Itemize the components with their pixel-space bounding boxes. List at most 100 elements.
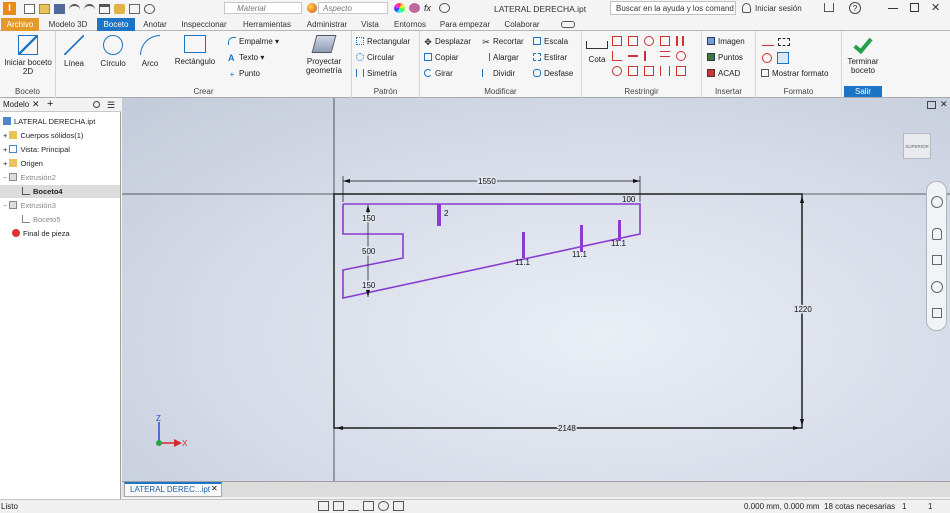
browser-add-icon[interactable]: +	[47, 98, 53, 110]
tab-anotar[interactable]: Anotar	[139, 18, 171, 31]
new-icon[interactable]	[24, 4, 35, 14]
user-icon[interactable]	[742, 3, 751, 13]
tree-item-end-of-part[interactable]: Final de pieza	[12, 227, 70, 240]
copy-button[interactable]: Copiar	[424, 53, 459, 63]
dim-text-1220[interactable]: 1220	[793, 304, 814, 316]
browser-menu-icon[interactable]: ☰	[107, 100, 115, 111]
document-tab[interactable]: LATERAL DEREC...ipt ✕	[124, 482, 222, 497]
arc-button[interactable]: Arco	[136, 35, 164, 68]
dim-text-2148[interactable]: 2148	[557, 423, 578, 435]
tab-administrar[interactable]: Administrar	[301, 18, 353, 31]
close-circle-icon[interactable]	[144, 4, 155, 14]
scale-button[interactable]: Escala	[533, 37, 568, 47]
tree-item-solid-bodies[interactable]: + Cuerpos sólidos(1)	[3, 129, 83, 142]
split-button[interactable]: Dividir	[482, 69, 515, 79]
fillet-button[interactable]: Empalme ▾	[228, 37, 279, 47]
measure-icon[interactable]	[129, 4, 140, 14]
mirror-button[interactable]: Simetría	[356, 69, 397, 79]
graphics-canvas[interactable]: 1550 100 150 500 150 2 11.1 11.1 11.1 12…	[122, 98, 950, 481]
tree-item-extrusion3[interactable]: − Extrusión3	[3, 199, 56, 212]
browser-close-icon[interactable]: ✕	[32, 99, 40, 110]
symmetric-constraint-icon[interactable]	[628, 66, 638, 76]
dim-text-1550[interactable]: 1550	[477, 176, 498, 188]
dim-text-2[interactable]: 2	[444, 209, 449, 218]
slot-rib-2[interactable]	[522, 232, 525, 258]
tree-item-origin[interactable]: + Origen	[3, 157, 43, 170]
dim-text-150-bottom[interactable]: 150	[361, 280, 378, 292]
fix-constraint-icon[interactable]	[660, 36, 670, 46]
steering-wheel-icon[interactable]	[931, 196, 943, 208]
horizontal-constraint-icon[interactable]	[628, 51, 638, 57]
material-dropdown[interactable]: Material	[224, 2, 302, 14]
sign-in-button[interactable]: Iniciar sesión	[755, 4, 802, 13]
slot-rib-4[interactable]	[618, 220, 621, 241]
parallel-constraint-icon[interactable]	[676, 36, 684, 46]
view-cube[interactable]: SUPERIOR	[903, 133, 931, 159]
move-icon[interactable]	[439, 3, 450, 13]
tree-item-sketch5[interactable]: Boceto5	[22, 213, 61, 226]
clear-appearance-icon[interactable]	[409, 3, 420, 13]
search-input[interactable]: Buscar en la ayuda y los comand	[616, 4, 734, 13]
circle-button[interactable]: Círculo	[96, 35, 130, 68]
driven-dimension-icon[interactable]	[777, 52, 789, 64]
project-geometry-button[interactable]: Proyectar geometría	[298, 35, 350, 75]
smooth-constraint-icon[interactable]	[612, 66, 622, 76]
tree-item-sketch4[interactable]: Boceto4	[0, 185, 120, 198]
open-icon[interactable]	[39, 4, 50, 14]
search-box[interactable]: Buscar en la ayuda y los comand	[610, 1, 736, 15]
offset-button[interactable]: Desfase	[533, 69, 573, 79]
equal-constraint-icon[interactable]	[660, 51, 670, 57]
show-format-button[interactable]: Mostrar formato	[761, 69, 828, 79]
tab-boceto[interactable]: Boceto	[97, 18, 135, 31]
dim-text-11-1-a[interactable]: 11.1	[515, 258, 531, 267]
dof-display-icon[interactable]	[378, 501, 389, 511]
tab-vista[interactable]: Vista	[357, 18, 383, 31]
circular-pattern-button[interactable]: Circular	[356, 53, 395, 63]
center-point-icon[interactable]	[762, 53, 772, 63]
image-button[interactable]: Imagen	[707, 37, 745, 47]
slot-rib-3[interactable]	[580, 225, 583, 252]
acad-button[interactable]: ACAD	[707, 69, 740, 79]
sketch-profile[interactable]	[342, 203, 641, 299]
construction-icon[interactable]	[762, 38, 774, 46]
dim-text-100[interactable]: 100	[622, 195, 636, 204]
extend-button[interactable]: Alargar	[482, 53, 519, 63]
tangent-constraint-icon[interactable]	[676, 51, 686, 61]
dimension-display-icon[interactable]	[348, 501, 359, 511]
tab-para-empezar[interactable]: Para empezar	[436, 18, 494, 31]
select-icon[interactable]	[114, 4, 125, 14]
minimize-button[interactable]	[888, 8, 898, 9]
tab-colaborar[interactable]: Colaborar	[499, 18, 545, 31]
move-button[interactable]: ✥ Desplazar	[424, 37, 471, 47]
rectangular-pattern-button[interactable]: Rectangular	[356, 37, 410, 47]
document-tab-close-icon[interactable]: ✕	[211, 484, 218, 493]
text-button[interactable]: A Texto ▾	[228, 53, 264, 63]
app-logo-icon[interactable]: I	[3, 2, 16, 15]
slot-rib-1[interactable]	[437, 204, 441, 226]
grid-snap-icon[interactable]	[318, 501, 329, 511]
close-button[interactable]: ✕	[931, 1, 940, 14]
concentric-constraint-icon[interactable]	[644, 36, 654, 46]
constraint-infer-icon[interactable]	[333, 501, 344, 511]
dim-text-11-1-c[interactable]: 11.1	[611, 239, 627, 248]
bracket-constraint-icon[interactable]	[660, 66, 670, 76]
home-icon[interactable]	[99, 4, 110, 14]
tree-item-extrusion2[interactable]: − Extrusión2	[3, 171, 56, 184]
line-button[interactable]: Línea	[59, 35, 89, 68]
rotate-button[interactable]: Girar	[424, 69, 453, 79]
appearance-dropdown[interactable]: Aspecto	[318, 2, 388, 14]
trim-button[interactable]: ✂ Recortar	[482, 37, 523, 47]
collinear-constraint-icon[interactable]	[628, 36, 638, 46]
zoom-icon[interactable]	[932, 255, 942, 265]
stretch-button[interactable]: Estirar	[533, 53, 567, 63]
save-icon[interactable]	[54, 4, 65, 14]
dim-text-500[interactable]: 500	[361, 246, 378, 258]
tab-archivo[interactable]: Archivo	[1, 18, 39, 31]
tree-item-root[interactable]: LATERAL DERECHA.ipt	[3, 115, 95, 128]
help-button[interactable]: ?	[849, 2, 861, 14]
browser-tab-modelo[interactable]: Modelo	[3, 100, 29, 109]
tab-inspeccionar[interactable]: Inspeccionar	[176, 18, 232, 31]
rectangle-button[interactable]: Rectángulo	[171, 35, 219, 66]
dim-text-150-top[interactable]: 150	[361, 213, 378, 225]
coincident-constraint-icon[interactable]	[612, 36, 622, 46]
